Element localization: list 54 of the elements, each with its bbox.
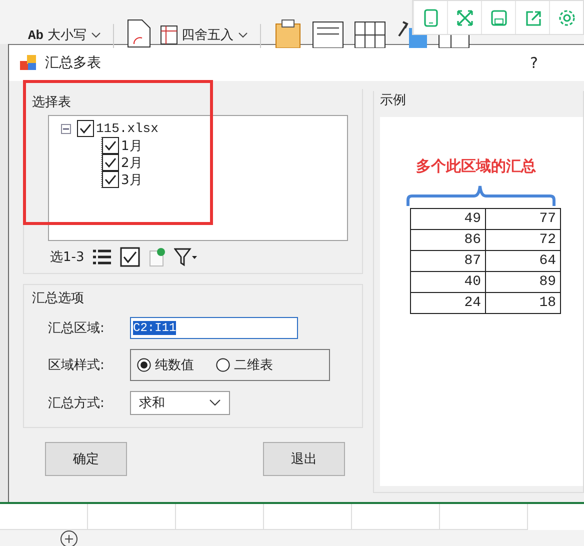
field-label: 汇总方式: (48, 395, 106, 412)
checkbox[interactable] (102, 154, 119, 171)
filter-icon[interactable] (174, 247, 198, 267)
table-cell: 86 (410, 230, 486, 250)
tree-item[interactable]: 2月 (121, 154, 142, 172)
radio-button[interactable] (216, 358, 230, 372)
checkbox[interactable] (77, 120, 94, 137)
check-all-icon[interactable] (120, 247, 140, 267)
app-icon[interactable] (19, 54, 37, 72)
field-label: 区域样式: (48, 357, 106, 374)
case-button[interactable]: Ab 大小写 (28, 22, 101, 48)
radio-button[interactable] (137, 358, 151, 372)
table-cell: 40 (410, 272, 486, 292)
table-cell: 18 (486, 292, 560, 314)
settings-icon[interactable] (556, 8, 576, 28)
exit-button[interactable]: 退出 (263, 442, 345, 476)
tree-item[interactable]: 1月 (121, 136, 142, 154)
ok-button[interactable]: 确定 (45, 442, 127, 476)
table-cell: 24 (410, 292, 486, 314)
range-field[interactable]: C2:I11 (130, 317, 298, 339)
group-title: 汇总选项 (32, 290, 85, 307)
round-button[interactable]: 四舍五入 (160, 22, 248, 48)
table-cell: 72 (486, 230, 560, 250)
caret-icon[interactable] (90, 31, 101, 39)
window-title: 汇总多表 (45, 54, 101, 72)
chevron-down-icon[interactable] (209, 399, 221, 407)
save-icon[interactable] (488, 8, 508, 28)
radio-label[interactable]: 纯数值 (155, 356, 194, 374)
table-cell: 64 (486, 250, 560, 272)
expand-icon[interactable] (454, 8, 474, 28)
list-icon[interactable] (92, 248, 112, 266)
add-sheet-icon[interactable] (60, 530, 78, 546)
table-cell: 77 (486, 208, 560, 230)
range-label: 选1-3 (50, 249, 84, 266)
checkbox[interactable] (102, 171, 119, 188)
group-title: 选择表 (32, 94, 72, 111)
method-dropdown[interactable]: 求和 (130, 391, 230, 415)
help-button[interactable]: ? (530, 54, 538, 72)
field-label: 汇总区域: (48, 320, 106, 337)
table-cell: 87 (410, 250, 486, 272)
example-caption: 多个此区域的汇总 (416, 157, 536, 176)
document-icon[interactable] (126, 18, 152, 48)
checkbox[interactable] (102, 137, 119, 154)
table-icon[interactable] (160, 25, 178, 45)
caret-icon[interactable] (238, 31, 248, 39)
group-title: 示例 (380, 92, 407, 109)
tree-item[interactable]: 3月 (121, 170, 142, 188)
collapse-icon[interactable] (61, 124, 71, 134)
new-sheet-icon[interactable] (148, 247, 166, 267)
clipboard-icon[interactable] (272, 18, 303, 48)
table-cell: 49 (410, 208, 486, 230)
tree-item[interactable]: 115.xlsx (96, 121, 158, 136)
table-cell: 89 (486, 272, 560, 292)
radio-label[interactable]: 二维表 (234, 356, 273, 374)
